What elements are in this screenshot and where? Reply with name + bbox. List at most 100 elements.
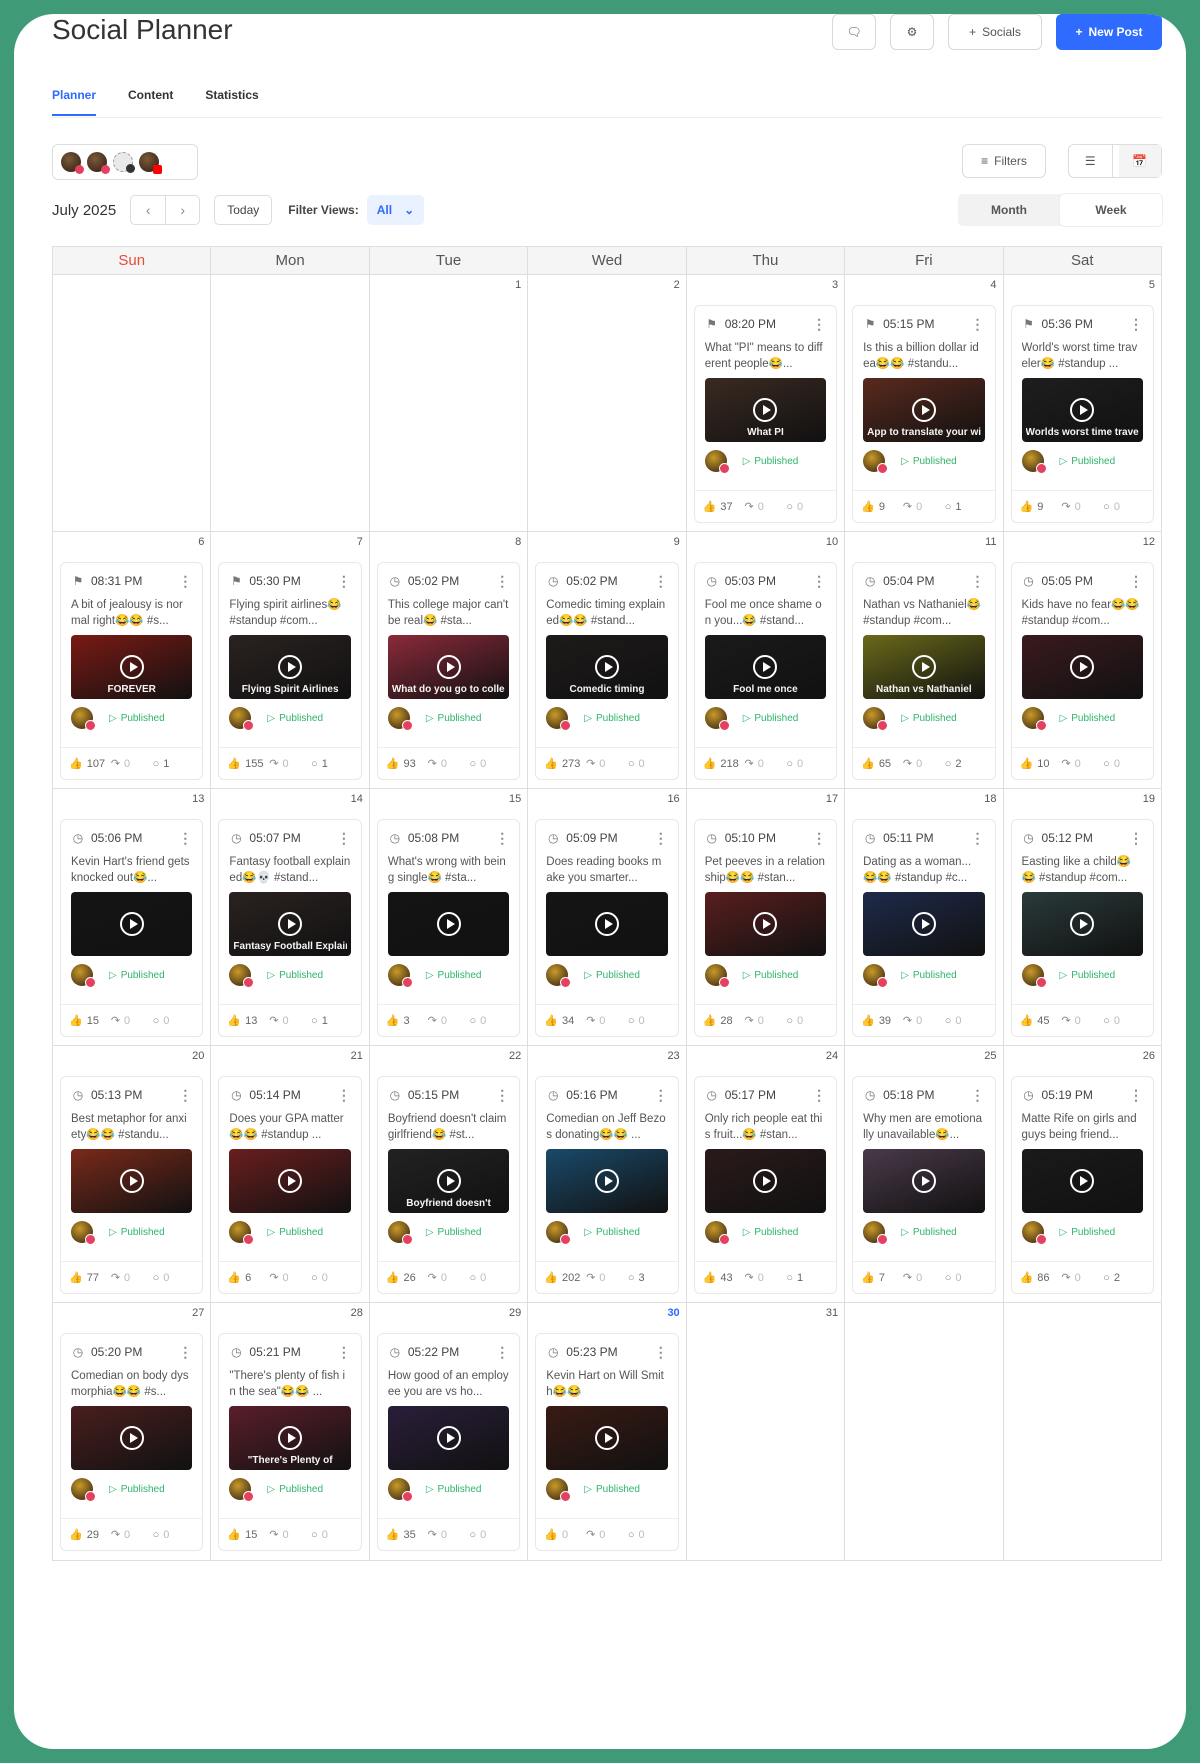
video-thumbnail[interactable] [704, 1149, 827, 1213]
more-options-icon[interactable]: ⋮ [337, 1087, 351, 1104]
video-thumbnail[interactable] [387, 1406, 510, 1470]
play-icon[interactable] [119, 1426, 144, 1450]
more-options-icon[interactable]: ⋮ [495, 830, 509, 847]
video-thumbnail[interactable] [387, 892, 510, 956]
tab-content[interactable]: Content [128, 88, 173, 116]
day-cell[interactable] [844, 1303, 1002, 1560]
post-card[interactable]: ⚑ 05:30 PM ⋮ Flying spirit airlines😂 #stand… [218, 562, 362, 780]
day-cell[interactable]: 6 ⚑ 08:31 PM ⋮ A bit of jealousy is normal r… [53, 532, 210, 788]
more-options-icon[interactable]: ⋮ [971, 1087, 985, 1104]
day-cell[interactable]: 21 ◷ 05:14 PM ⋮ Does your GPA matter😂😂 #stan… [210, 1046, 368, 1302]
filter-views-select[interactable]: All ⌄ [366, 195, 425, 225]
account-avatar[interactable] [139, 152, 162, 174]
post-card[interactable]: ⚑ 05:15 PM ⋮ Is this a billion dollar idea😂… [852, 305, 996, 523]
video-thumbnail[interactable]: What PI [704, 378, 827, 442]
post-card[interactable]: ◷ 05:15 PM ⋮ Boyfriend doesn't claim girlfr… [376, 1076, 521, 1294]
day-cell[interactable]: 8 ◷ 05:02 PM ⋮ This college major can't be r… [368, 532, 527, 788]
post-card[interactable]: ◷ 05:02 PM ⋮ Comedic timing explained😂😂 #st… [535, 562, 679, 780]
video-thumbnail[interactable] [1021, 892, 1143, 956]
play-icon[interactable] [1070, 912, 1095, 936]
play-icon[interactable] [278, 1169, 303, 1193]
video-thumbnail[interactable]: FOREVER [71, 635, 193, 699]
more-options-icon[interactable]: ⋮ [971, 830, 985, 847]
more-options-icon[interactable]: ⋮ [654, 573, 668, 590]
post-card[interactable]: ◷ 05:09 PM ⋮ Does reading books make you sm… [535, 819, 679, 1037]
post-card[interactable]: ◷ 05:12 PM ⋮ Easting like a child😂😂 #standu… [1010, 819, 1154, 1037]
more-options-icon[interactable]: ⋮ [495, 1344, 509, 1361]
day-cell[interactable]: 4 ⚑ 05:15 PM ⋮ Is this a billion dollar idea… [844, 275, 1002, 531]
day-cell[interactable]: 14 ◷ 05:07 PM ⋮ Fantasy football explained😂💀… [210, 789, 368, 1045]
day-cell[interactable]: 27 ◷ 05:20 PM ⋮ Comedian on body dysmorphia😂… [53, 1303, 210, 1560]
post-card[interactable]: ◷ 05:03 PM ⋮ Fool me once shame on you...😂 … [693, 562, 838, 780]
post-card[interactable]: ◷ 05:17 PM ⋮ Only rich people eat this frui… [693, 1076, 838, 1294]
more-options-icon[interactable]: ⋮ [178, 1087, 192, 1104]
post-card[interactable]: ◷ 05:11 PM ⋮ Dating as a woman...😂😂 #standu… [852, 819, 996, 1037]
today-button[interactable]: Today [214, 195, 273, 225]
video-thumbnail[interactable] [863, 892, 985, 956]
day-cell[interactable]: 19 ◷ 05:12 PM ⋮ Easting like a child😂😂 #stan… [1002, 789, 1161, 1045]
account-selector[interactable] [52, 144, 198, 180]
post-card[interactable]: ◷ 05:21 PM ⋮ "There's plenty of fish in the… [218, 1333, 362, 1551]
more-options-icon[interactable]: ⋮ [812, 830, 826, 847]
play-icon[interactable] [1070, 398, 1095, 422]
day-cell[interactable]: 1 [368, 275, 527, 531]
more-options-icon[interactable]: ⋮ [178, 1344, 192, 1361]
play-icon[interactable] [594, 1426, 619, 1450]
more-options-icon[interactable]: ⋮ [812, 573, 826, 590]
post-card[interactable]: ◷ 05:07 PM ⋮ Fantasy football explained😂💀 #… [218, 819, 362, 1037]
more-options-icon[interactable]: ⋮ [178, 573, 192, 590]
post-card[interactable]: ⚑ 08:20 PM ⋮ What "PI" means to different p… [693, 305, 838, 523]
play-icon[interactable] [753, 655, 778, 679]
play-icon[interactable] [278, 1426, 303, 1450]
day-cell[interactable]: 28 ◷ 05:21 PM ⋮ "There's plenty of fish in t… [210, 1303, 368, 1560]
day-cell[interactable]: 10 ◷ 05:03 PM ⋮ Fool me once shame on you...… [685, 532, 844, 788]
video-thumbnail[interactable]: "There's Plenty of [229, 1406, 351, 1470]
more-options-icon[interactable]: ⋮ [654, 1344, 668, 1361]
day-cell[interactable]: 11 ◷ 05:04 PM ⋮ Nathan vs Nathaniel😂 #standu… [844, 532, 1002, 788]
play-icon[interactable] [594, 655, 619, 679]
more-options-icon[interactable]: ⋮ [337, 830, 351, 847]
more-options-icon[interactable]: ⋮ [178, 830, 192, 847]
play-icon[interactable] [278, 912, 303, 936]
new-post-button[interactable]: + New Post [1056, 14, 1162, 50]
day-cell[interactable]: 17 ◷ 05:10 PM ⋮ Pet peeves in a relationship… [685, 789, 844, 1045]
video-thumbnail[interactable] [863, 1149, 985, 1213]
post-card[interactable]: ◷ 05:06 PM ⋮ Kevin Hart's friend gets knock… [60, 819, 204, 1037]
video-thumbnail[interactable] [546, 892, 668, 956]
video-thumbnail[interactable] [546, 1406, 668, 1470]
post-card[interactable]: ◷ 05:20 PM ⋮ Comedian on body dysmorphia😂😂 … [60, 1333, 204, 1551]
video-thumbnail[interactable] [71, 1406, 193, 1470]
day-cell[interactable]: 25 ◷ 05:18 PM ⋮ Why men are emotionally unav… [844, 1046, 1002, 1302]
video-thumbnail[interactable]: Nathan vs Nathaniel [863, 635, 985, 699]
next-month-button[interactable]: › [165, 196, 199, 224]
video-thumbnail[interactable] [704, 892, 827, 956]
filters-button[interactable]: ≡ Filters [962, 144, 1046, 178]
post-card[interactable]: ⚑ 08:31 PM ⋮ A bit of jealousy is normal ri… [60, 562, 204, 780]
account-avatar[interactable] [113, 152, 135, 173]
video-thumbnail[interactable] [1021, 635, 1143, 699]
play-icon[interactable] [911, 912, 936, 936]
day-cell[interactable]: 30 ◷ 05:23 PM ⋮ Kevin Hart on Will Smith😂😂 ▷ P… [527, 1303, 685, 1560]
video-thumbnail[interactable]: Worlds worst time travel [1021, 378, 1143, 442]
video-thumbnail[interactable]: Comedic timing [546, 635, 668, 699]
video-thumbnail[interactable] [71, 1149, 193, 1213]
post-card[interactable]: ◷ 05:22 PM ⋮ How good of an employee you ar… [376, 1333, 521, 1551]
day-cell[interactable] [210, 275, 368, 531]
play-icon[interactable] [911, 398, 936, 422]
more-options-icon[interactable]: ⋮ [812, 316, 826, 333]
play-icon[interactable] [753, 1169, 778, 1193]
post-card[interactable]: ⚑ 05:36 PM ⋮ World's worst time traveler😂 #… [1010, 305, 1154, 523]
more-options-icon[interactable]: ⋮ [654, 1087, 668, 1104]
play-icon[interactable] [594, 912, 619, 936]
more-options-icon[interactable]: ⋮ [812, 1087, 826, 1104]
list-view-button[interactable]: ☰ [1069, 145, 1113, 177]
more-options-icon[interactable]: ⋮ [495, 573, 509, 590]
view-month-button[interactable]: Month [958, 194, 1060, 226]
post-card[interactable]: ◷ 05:23 PM ⋮ Kevin Hart on Will Smith😂😂 ▷ Pub… [535, 1333, 679, 1551]
more-options-icon[interactable]: ⋮ [1129, 830, 1143, 847]
post-card[interactable]: ◷ 05:19 PM ⋮ Matte Rife on girls and guys b… [1010, 1076, 1154, 1294]
day-cell[interactable]: 5 ⚑ 05:36 PM ⋮ World's worst time traveler😂 … [1002, 275, 1161, 531]
day-cell[interactable]: 13 ◷ 05:06 PM ⋮ Kevin Hart's friend gets kno… [53, 789, 210, 1045]
post-card[interactable]: ◷ 05:02 PM ⋮ This college major can't be re… [376, 562, 521, 780]
play-icon[interactable] [119, 1169, 144, 1193]
